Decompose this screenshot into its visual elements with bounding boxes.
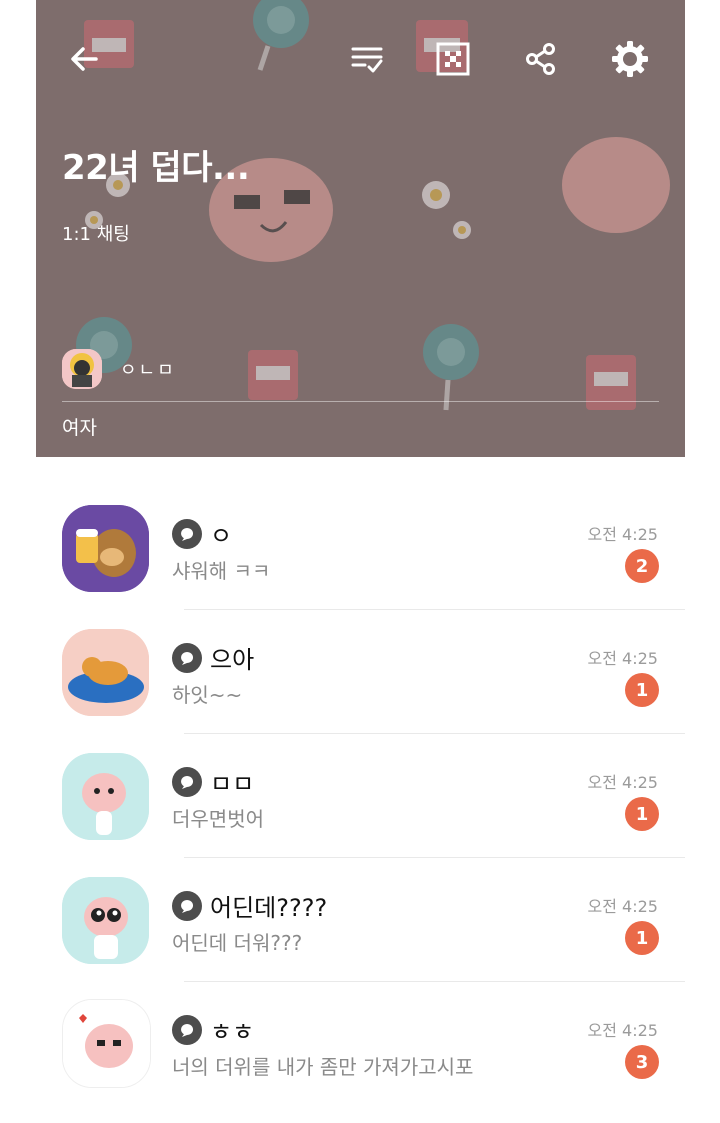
chat-name: ㅇ <box>210 522 233 550</box>
owner-avatar-image <box>62 349 102 389</box>
share-icon <box>526 43 555 75</box>
chat-time: 오전 4:25 <box>587 649 658 668</box>
chat-bubble-icon <box>172 890 202 921</box>
unread-badge: 1 <box>625 921 659 955</box>
chat-preview: 너의 더위를 내가 좀만 가져가고시포 <box>172 1055 474 1079</box>
header-divider <box>62 401 659 402</box>
apeach-sparkle-avatar <box>62 877 149 964</box>
chat-avatar <box>62 877 149 964</box>
chat-time: 오전 4:25 <box>587 897 658 916</box>
chat-time: 오전 4:25 <box>587 525 658 544</box>
checklist-icon <box>351 47 383 73</box>
row-divider <box>184 981 685 982</box>
flower-decoration-3 <box>453 221 471 239</box>
apeach-avatar <box>62 753 149 840</box>
chat-name: 으아 <box>210 646 255 674</box>
lollipop-decoration-3 <box>423 324 479 411</box>
chat-list-item[interactable]: ㅎㅎ 너의 더위를 내가 좀만 가져가고시포 오전 4:25 3 <box>0 999 720 1123</box>
unread-badge: 1 <box>625 673 659 707</box>
qr-code-button[interactable] <box>427 33 479 85</box>
chat-name: ㅁㅁ <box>210 770 255 798</box>
chat-avatar <box>62 999 151 1088</box>
chat-bubble-icon <box>172 518 202 549</box>
back-arrow-icon <box>71 47 98 71</box>
settings-gear-icon <box>612 41 648 77</box>
owner-name: ㅇㄴㅁ <box>120 360 176 381</box>
owner-avatar[interactable] <box>62 349 102 389</box>
chat-name: 어딘데???? <box>210 894 328 922</box>
unread-badge: 3 <box>625 1045 659 1079</box>
chat-time: 오전 4:25 <box>587 1021 658 1040</box>
chat-preview: 하잇~~ <box>172 683 243 707</box>
owner-description: 여자 <box>62 417 97 439</box>
ryan-float-avatar <box>62 629 149 716</box>
checklist-button[interactable] <box>341 33 393 85</box>
chat-bubble-icon <box>172 1014 202 1045</box>
chat-name: ㅎㅎ <box>210 1018 255 1046</box>
chat-avatar <box>62 505 149 592</box>
row-divider <box>184 733 685 734</box>
chat-room-type: 1:1 채팅 <box>62 224 130 245</box>
chat-time: 오전 4:25 <box>587 773 658 792</box>
chat-avatar <box>62 629 149 716</box>
unread-badge: 1 <box>625 797 659 831</box>
chat-preview: 어딘데 더워??? <box>172 931 303 955</box>
chat-bubble-icon <box>172 766 202 797</box>
qr-code-icon <box>436 42 470 76</box>
row-divider <box>184 609 685 610</box>
milk-carton-decoration-3 <box>248 350 298 400</box>
back-button[interactable] <box>58 33 110 85</box>
unread-badge: 2 <box>625 549 659 583</box>
apeach-heart-avatar <box>63 1000 150 1087</box>
chat-avatar <box>62 753 149 840</box>
chat-bubble-icon <box>172 642 202 673</box>
share-button[interactable] <box>515 33 567 85</box>
frodo-beer-avatar <box>62 505 149 592</box>
row-divider <box>184 857 685 858</box>
lollipop-decoration-1 <box>253 0 309 71</box>
peach-decoration <box>562 137 670 233</box>
settings-button[interactable] <box>604 33 656 85</box>
chat-room-title: 22녀 덥다... <box>62 148 250 188</box>
chat-preview: 샤워해 ㅋㅋ <box>172 559 271 583</box>
chat-preview: 더우면벗어 <box>172 807 264 831</box>
chat-room-header: 22녀 덥다... 1:1 채팅 ㅇㄴㅁ 여자 <box>36 0 685 457</box>
flower-decoration-2 <box>422 181 450 209</box>
